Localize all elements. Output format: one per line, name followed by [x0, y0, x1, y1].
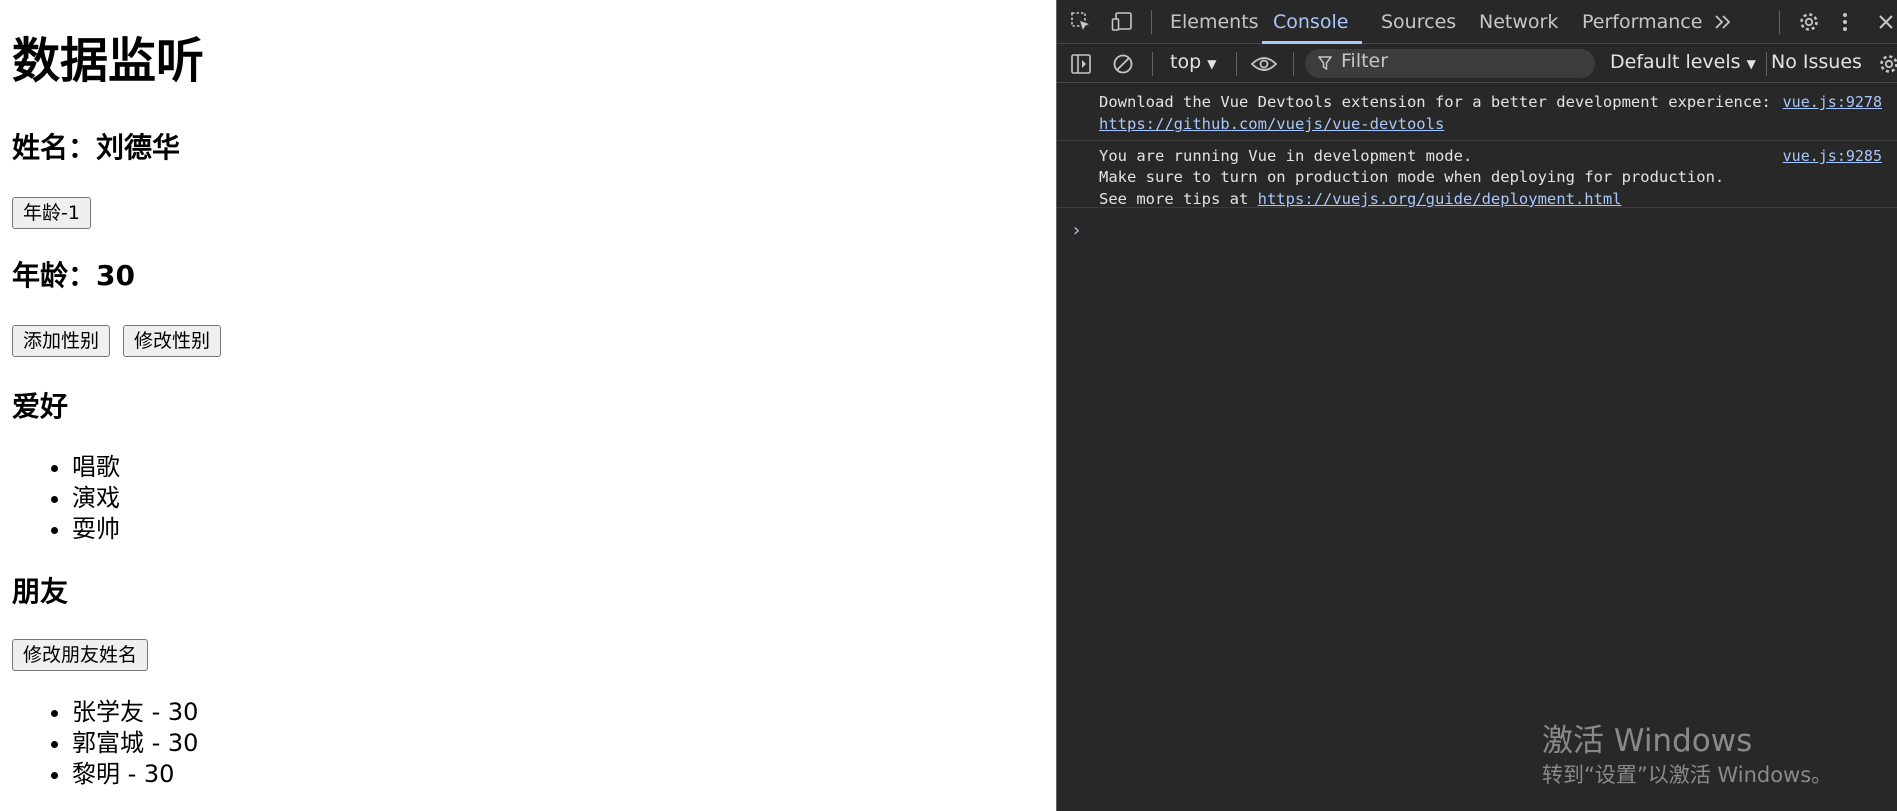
filter-input[interactable]: Filter [1305, 49, 1595, 78]
add-gender-button[interactable]: 添加性别 [12, 325, 111, 357]
divider [1779, 10, 1780, 34]
watermark-title: 激活 Windows [1542, 723, 1753, 759]
message-source-link[interactable]: vue.js:9278 [1783, 92, 1882, 113]
list-item: 黎明 - 30 [72, 759, 198, 790]
sidebar-toggle-icon[interactable] [1069, 52, 1093, 76]
age-decrement-button[interactable]: 年龄-1 [12, 197, 91, 229]
devtools-panel: Elements Console Sources Network Perform… [1056, 0, 1897, 811]
divider [1293, 52, 1294, 76]
message-text: You are running Vue in development mode. [1099, 147, 1473, 165]
message-text-prefix: See more tips at [1099, 190, 1258, 208]
clear-console-icon[interactable] [1111, 52, 1135, 76]
devtools-tab-bar: Elements Console Sources Network Perform… [1057, 0, 1897, 44]
message-link[interactable]: https://vuejs.org/guide/deployment.html [1258, 190, 1622, 208]
context-label: top [1170, 51, 1202, 73]
watermark-subtitle: 转到“设置”以激活 Windows。 [1542, 763, 1833, 787]
divider [1152, 52, 1153, 76]
hobbies-list: 唱歌 演戏 耍帅 [12, 452, 120, 545]
message-text: See more tips at https://vuejs.org/guide… [1099, 189, 1622, 210]
double-chevron-icon[interactable] [1711, 11, 1735, 33]
console-settings-gear-icon[interactable] [1877, 52, 1897, 76]
age-label: 年龄：30 [12, 259, 135, 292]
console-message: Download the Vue Devtools extension for … [1057, 84, 1897, 141]
message-text: Make sure to turn on production mode whe… [1099, 168, 1725, 186]
windows-activation-watermark: 激活 Windows 转到“设置”以激活 Windows。 [1542, 722, 1832, 790]
message-source-link[interactable]: vue.js:9285 [1783, 146, 1882, 167]
message-text: Download the Vue Devtools extension for … [1099, 93, 1771, 111]
close-icon[interactable] [1875, 10, 1897, 34]
tab-performance[interactable]: Performance [1582, 0, 1702, 44]
list-item: 耍帅 [72, 514, 120, 545]
dropdown-arrow-icon: ▼ [1746, 57, 1756, 71]
log-levels-dropdown[interactable]: Default levels ▼ [1610, 51, 1756, 73]
levels-label: Default levels [1610, 51, 1741, 73]
tab-console[interactable]: Console [1273, 0, 1348, 44]
list-item: 唱歌 [72, 452, 120, 483]
divider [1236, 52, 1237, 76]
gear-icon[interactable] [1797, 10, 1821, 34]
modify-gender-button[interactable]: 修改性别 [123, 325, 222, 357]
filter-placeholder: Filter [1341, 50, 1389, 72]
tab-elements[interactable]: Elements [1170, 0, 1259, 44]
filter-icon [1317, 55, 1333, 71]
eye-icon[interactable] [1249, 52, 1279, 76]
context-selector[interactable]: top ▼ [1170, 51, 1216, 73]
friends-heading: 朋友 [12, 575, 69, 608]
list-item: 张学友 - 30 [72, 697, 198, 728]
inspect-element-icon[interactable] [1069, 10, 1093, 34]
more-options-icon[interactable] [1833, 10, 1857, 34]
divider [1151, 10, 1152, 34]
friends-list: 张学友 - 30 郭富城 - 30 黎明 - 30 [12, 697, 198, 790]
console-prompt-icon[interactable]: › [1071, 220, 1082, 241]
console-toolbar: top ▼ Filter Default levels ▼ No Issues [1057, 44, 1897, 83]
page-title: 数据监听 [12, 33, 205, 89]
modify-friend-name-button[interactable]: 修改朋友姓名 [12, 639, 149, 671]
name-label: 姓名：刘德华 [12, 131, 181, 164]
list-item: 郭富城 - 30 [72, 728, 198, 759]
console-message: You are running Vue in development mode.… [1057, 142, 1897, 208]
list-item: 演戏 [72, 483, 120, 514]
tab-sources[interactable]: Sources [1381, 0, 1456, 44]
dropdown-arrow-icon: ▼ [1207, 57, 1217, 71]
web-page: 数据监听 姓名：刘德华 年龄-1 年龄：30 添加性别 修改性别 爱好 唱歌 演… [0, 0, 1056, 811]
tab-network[interactable]: Network [1479, 0, 1558, 44]
message-link[interactable]: https://github.com/vuejs/vue-devtools [1099, 114, 1444, 135]
device-toolbar-icon[interactable] [1111, 10, 1135, 34]
issues-button[interactable]: No Issues [1771, 51, 1862, 73]
hobbies-heading: 爱好 [12, 390, 69, 423]
divider [1766, 52, 1767, 76]
